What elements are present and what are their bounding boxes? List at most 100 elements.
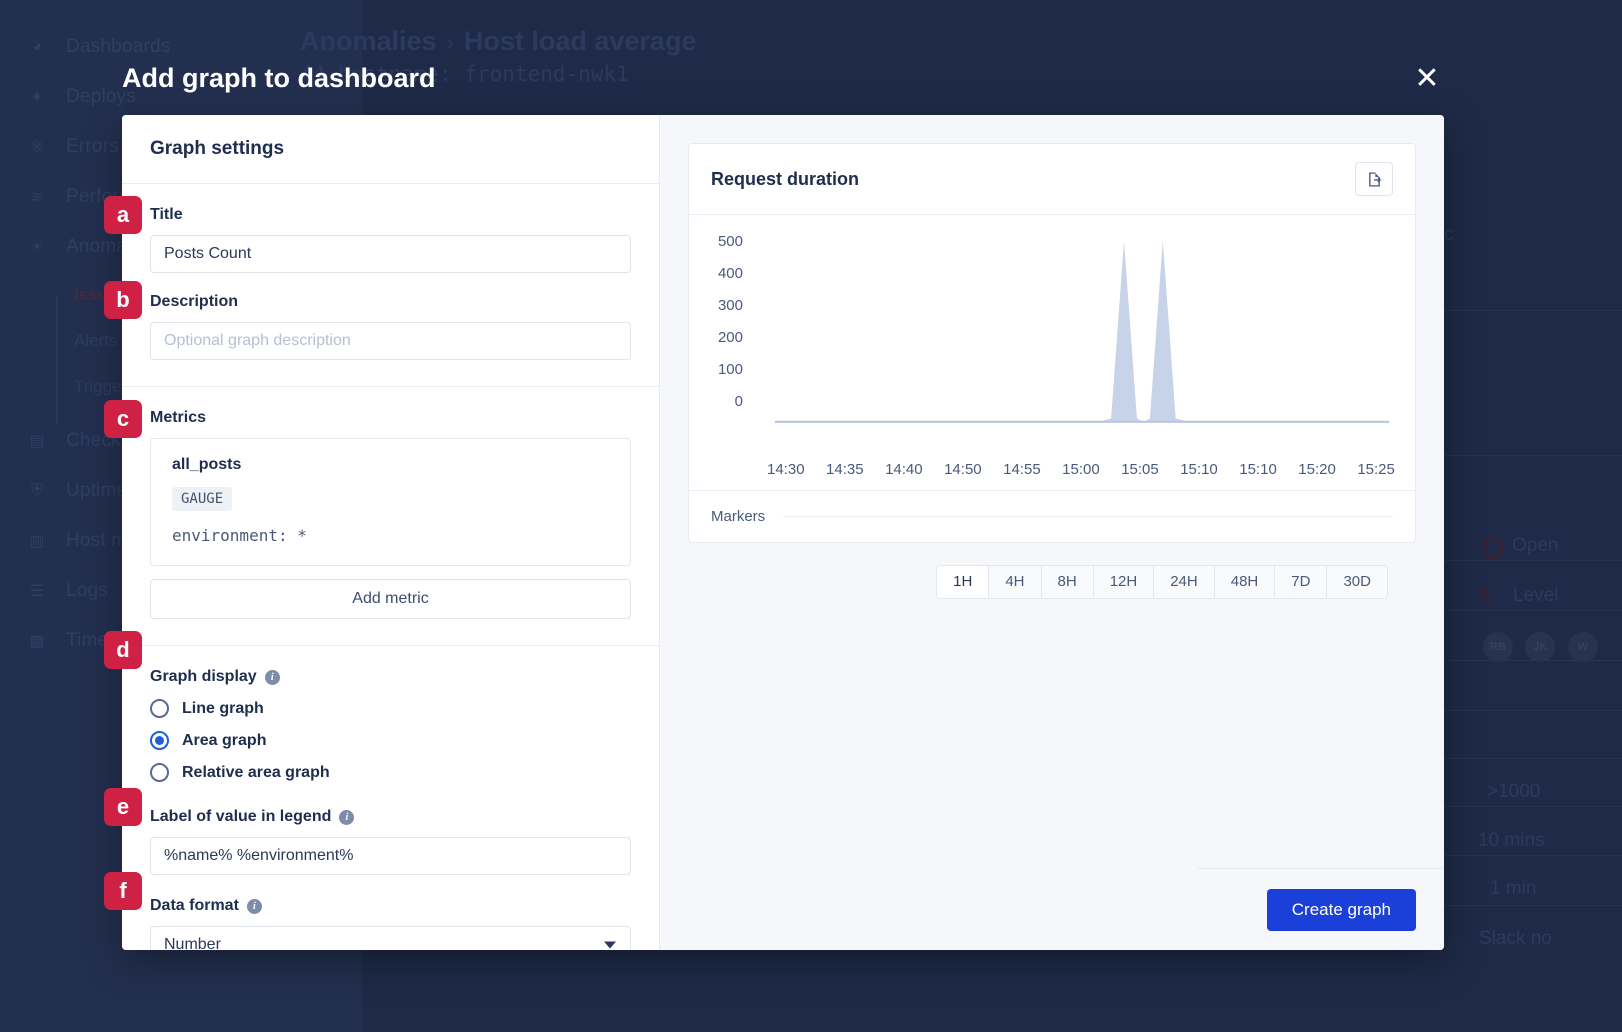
description-label: Description [150, 293, 631, 311]
modal-title: Add graph to dashboard [122, 63, 436, 93]
info-icon[interactable]: i [264, 669, 280, 685]
data-format-select[interactable] [150, 926, 631, 950]
radio-icon-selected [150, 731, 169, 750]
range-button-7d[interactable]: 7D [1275, 566, 1328, 598]
gauge-icon: ◕ [32, 38, 42, 55]
y-tick: 0 [734, 393, 743, 410]
graph-preview-panel: Request duration 500 400 300 200 100 0 1… [660, 115, 1444, 950]
title-input[interactable] [150, 235, 631, 273]
range-button-48h[interactable]: 48H [1214, 566, 1276, 598]
range-button-8h[interactable]: 8H [1041, 566, 1094, 598]
chart-series-area [775, 233, 1389, 423]
radio-line-graph[interactable]: Line graph [150, 699, 631, 718]
radio-label: Area graph [182, 731, 267, 749]
display-section: Graph display i Line graph Area graph Re… [122, 646, 659, 950]
modal-footer: Create graph [1198, 868, 1444, 950]
y-tick: 500 [717, 233, 743, 250]
background-cell-duration: 10 mins [1478, 830, 1545, 851]
background-divider [1440, 560, 1622, 561]
annotation-f: f [104, 872, 142, 910]
add-metric-button[interactable]: Add metric [150, 579, 631, 619]
background-divider [1440, 310, 1622, 311]
annotation-e: e [104, 788, 142, 826]
background-divider [1440, 806, 1622, 807]
sidebar-item-label: Logs [66, 580, 109, 601]
y-tick: 400 [717, 265, 743, 282]
avatar-group: RB JK W [1483, 632, 1606, 662]
range-button-12h[interactable]: 12H [1093, 566, 1155, 598]
metrics-label: Metrics [150, 409, 631, 427]
background-divider [1440, 710, 1622, 711]
background-cell-status-open: Open [1512, 535, 1559, 556]
legend-label-text: Label of value in legend [150, 808, 332, 825]
siren-icon: ☀ [29, 239, 45, 256]
close-icon[interactable]: ✕ [1410, 64, 1444, 98]
x-tick: 14:55 [1003, 461, 1041, 478]
metric-tag: environment: * [172, 526, 307, 545]
range-button-30d[interactable]: 30D [1327, 566, 1387, 598]
range-button-4h[interactable]: 4H [989, 566, 1042, 598]
radio-area-graph[interactable]: Area graph [150, 731, 631, 750]
info-icon[interactable]: i [246, 898, 262, 914]
x-tick: 14:30 [767, 461, 805, 478]
chart-plot: 500 400 300 200 100 0 14:30 14:35 14:40 … [689, 215, 1415, 490]
background-cell-threshold: >1000 [1487, 781, 1541, 802]
area-series-svg [775, 240, 1389, 423]
metric-name: all_posts [172, 456, 242, 473]
background-divider [1440, 610, 1622, 611]
radio-relative-area-graph[interactable]: Relative area graph [150, 763, 631, 782]
chart-card: Request duration 500 400 300 200 100 0 1… [688, 143, 1416, 543]
title-label: Title [150, 206, 631, 224]
time-range-group: 1H 4H 8H 12H 24H 48H 7D 30D [936, 565, 1388, 599]
x-tick: 15:05 [1121, 461, 1159, 478]
radio-icon [150, 699, 169, 718]
title-description-section: Title Description [122, 184, 659, 387]
data-format-select-wrap [150, 926, 631, 950]
modal-body: Graph settings Title Description [122, 115, 1444, 950]
rocket-icon: ✦ [30, 89, 44, 106]
radio-label: Relative area graph [182, 763, 330, 781]
x-tick: 14:35 [826, 461, 864, 478]
radio-label: Line graph [182, 699, 264, 717]
markers-row: Markers [689, 490, 1415, 542]
level-bars-icon: ⦙⦙⦙ [1480, 586, 1493, 607]
legend-input[interactable] [150, 837, 631, 875]
y-tick: 100 [717, 361, 743, 378]
settings-scroll[interactable]: Title Description Metrics all_ [122, 184, 659, 950]
background-divider [1440, 455, 1622, 456]
y-tick: 200 [717, 329, 743, 346]
radio-icon [150, 763, 169, 782]
avatar: RB [1483, 632, 1513, 662]
background-divider [1440, 905, 1622, 906]
settings-heading: Graph settings [122, 115, 659, 184]
data-format-label: Data format i [150, 897, 631, 915]
list-icon: ☰ [29, 583, 45, 600]
x-tick: 15:25 [1357, 461, 1395, 478]
server-icon: ▥ [29, 533, 45, 550]
markers-label: Markers [711, 508, 766, 525]
chart-header: Request duration [689, 144, 1415, 215]
sub-nav-rail [56, 296, 58, 424]
x-tick: 15:10 [1180, 461, 1218, 478]
range-button-24h[interactable]: 24H [1154, 566, 1215, 598]
range-button-1h[interactable]: 1H [937, 566, 990, 598]
avatar: W [1567, 632, 1598, 662]
time-range-row: 1H 4H 8H 12H 24H 48H 7D 30D [688, 543, 1416, 599]
x-tick: 14:50 [944, 461, 982, 478]
export-file-icon[interactable] [1355, 162, 1393, 196]
chart-x-axis: 14:30 14:35 14:40 14:50 14:55 15:00 15:0… [767, 461, 1395, 478]
metric-card[interactable]: all_posts GAUGE environment: * [150, 438, 631, 566]
graph-settings-panel: Graph settings Title Description [122, 115, 660, 950]
x-tick: 15:20 [1298, 461, 1336, 478]
speed-icon: ≋ [30, 189, 44, 206]
graph-display-label: Graph display i [150, 668, 631, 686]
avatar: JK [1525, 632, 1556, 662]
add-graph-modal: Add graph to dashboard ✕ Graph settings … [104, 30, 1444, 950]
screen: ◕ Dashboards ⌄ ✦ Deploys ※ Errors ≋ Perf… [0, 0, 1622, 1032]
description-input[interactable] [150, 322, 631, 360]
markers-track[interactable] [783, 516, 1393, 517]
create-graph-button[interactable]: Create graph [1266, 888, 1416, 931]
graph-display-label-text: Graph display [150, 668, 257, 685]
info-icon[interactable]: i [339, 809, 355, 825]
preview-inner: Request duration 500 400 300 200 100 0 1… [660, 115, 1444, 599]
